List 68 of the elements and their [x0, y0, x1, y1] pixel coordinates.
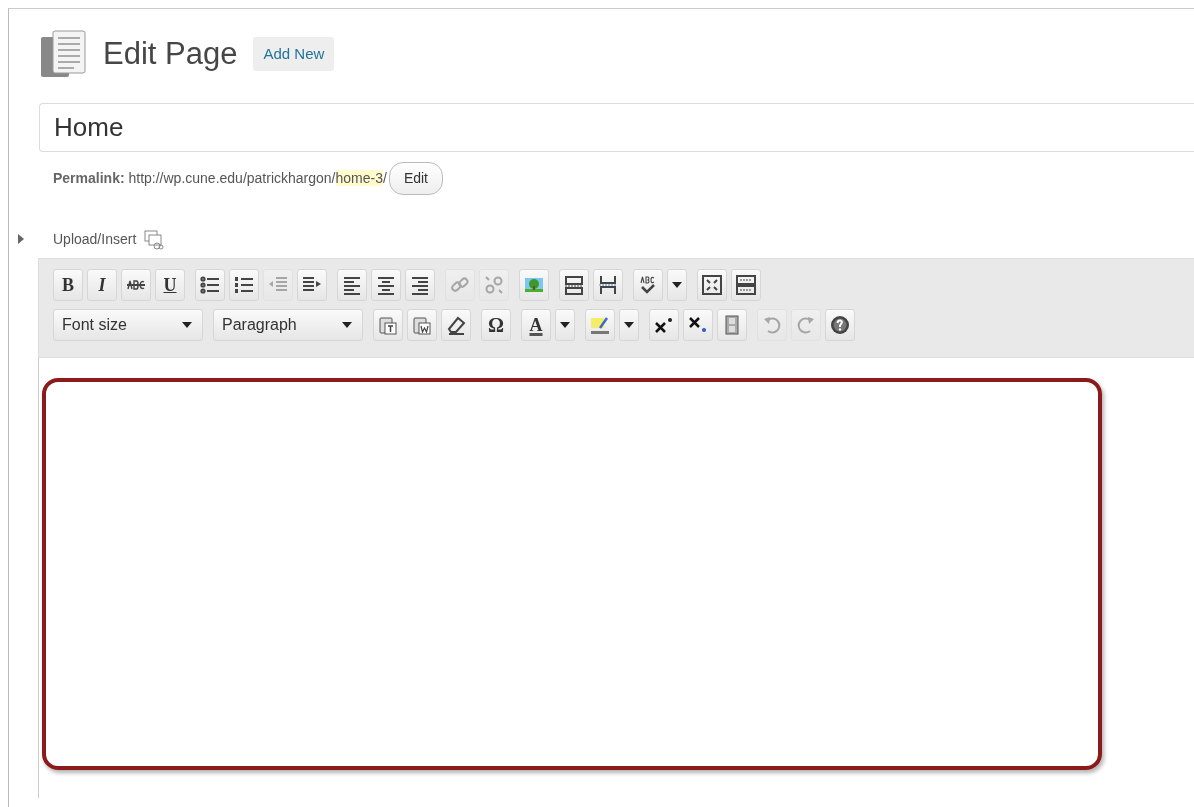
expand-arrow-icon[interactable]	[18, 234, 24, 244]
subscript-icon	[688, 315, 708, 335]
paste-text-icon	[378, 315, 398, 335]
paste-word-icon	[412, 315, 432, 335]
superscript-icon	[654, 315, 674, 335]
pages-icon	[39, 29, 89, 79]
paste-text-button[interactable]	[373, 309, 403, 341]
highlight-color-icon	[590, 315, 610, 335]
align-left-button[interactable]	[337, 269, 367, 301]
align-right-icon	[410, 275, 430, 295]
align-left-icon	[342, 275, 362, 295]
caret-icon	[672, 282, 682, 288]
help-icon	[830, 315, 850, 335]
kitchen-sink-icon	[736, 275, 756, 295]
film-button[interactable]	[717, 309, 747, 341]
page-break-button[interactable]	[593, 269, 623, 301]
title-field[interactable]: Home	[39, 103, 1194, 152]
page-heading: Edit Page	[103, 35, 238, 73]
edit-permalink-button[interactable]: Edit	[388, 162, 443, 195]
caret-icon	[342, 322, 352, 328]
format-dropdown[interactable]: Paragraph	[213, 309, 363, 341]
redo-icon	[796, 315, 816, 335]
underline-button[interactable]: U	[155, 269, 185, 301]
picture-button[interactable]	[519, 269, 549, 301]
indent-button[interactable]	[297, 269, 327, 301]
paste-word-button[interactable]	[407, 309, 437, 341]
spellcheck-button[interactable]	[633, 269, 663, 301]
caret-icon	[182, 322, 192, 328]
bold-button[interactable]: B	[53, 269, 83, 301]
bulleted-list-icon	[200, 275, 220, 295]
strikethrough-button[interactable]	[121, 269, 151, 301]
format-dropdown[interactable]: Font size	[53, 309, 203, 341]
kitchen-sink-button[interactable]	[731, 269, 761, 301]
dropdown-button[interactable]	[619, 309, 639, 341]
help-button[interactable]	[825, 309, 855, 341]
more-tag-icon	[564, 275, 584, 295]
upload-insert-label: Upload/Insert	[53, 230, 137, 249]
align-center-button[interactable]	[371, 269, 401, 301]
add-new-button[interactable]: Add New	[253, 36, 335, 72]
undo-icon	[762, 315, 782, 335]
numbered-list-icon	[234, 275, 254, 295]
clear-formatting-button[interactable]	[441, 309, 471, 341]
bulleted-list-button[interactable]	[195, 269, 225, 301]
dropdown-button[interactable]	[667, 269, 687, 301]
spellcheck-icon	[638, 275, 658, 295]
landscape-icon	[524, 275, 544, 295]
text-color-button[interactable]: A	[521, 309, 551, 341]
fullscreen-icon	[702, 275, 722, 295]
special-character-button[interactable]: Ω	[481, 309, 511, 341]
media-icon[interactable]	[144, 229, 165, 250]
numbered-list-button[interactable]	[229, 269, 259, 301]
caret-icon	[624, 322, 634, 328]
unlink-icon	[484, 275, 504, 295]
highlight-color-button[interactable]	[585, 309, 615, 341]
page-break-icon	[598, 275, 618, 295]
clear-formatting-icon	[446, 315, 466, 335]
align-center-icon	[376, 275, 396, 295]
align-right-button[interactable]	[405, 269, 435, 301]
caret-icon	[560, 322, 570, 328]
link-icon	[450, 275, 470, 295]
film-icon	[722, 315, 742, 335]
superscript-button[interactable]	[649, 309, 679, 341]
dropdown-button[interactable]	[555, 309, 575, 341]
permalink-text: Permalink: http://wp.cune.edu/patrickhargon/home-3/	[53, 169, 387, 188]
italic-button[interactable]: I	[87, 269, 117, 301]
more-tag-button[interactable]	[559, 269, 589, 301]
subscript-button[interactable]	[683, 309, 713, 341]
fullscreen-button[interactable]	[697, 269, 727, 301]
